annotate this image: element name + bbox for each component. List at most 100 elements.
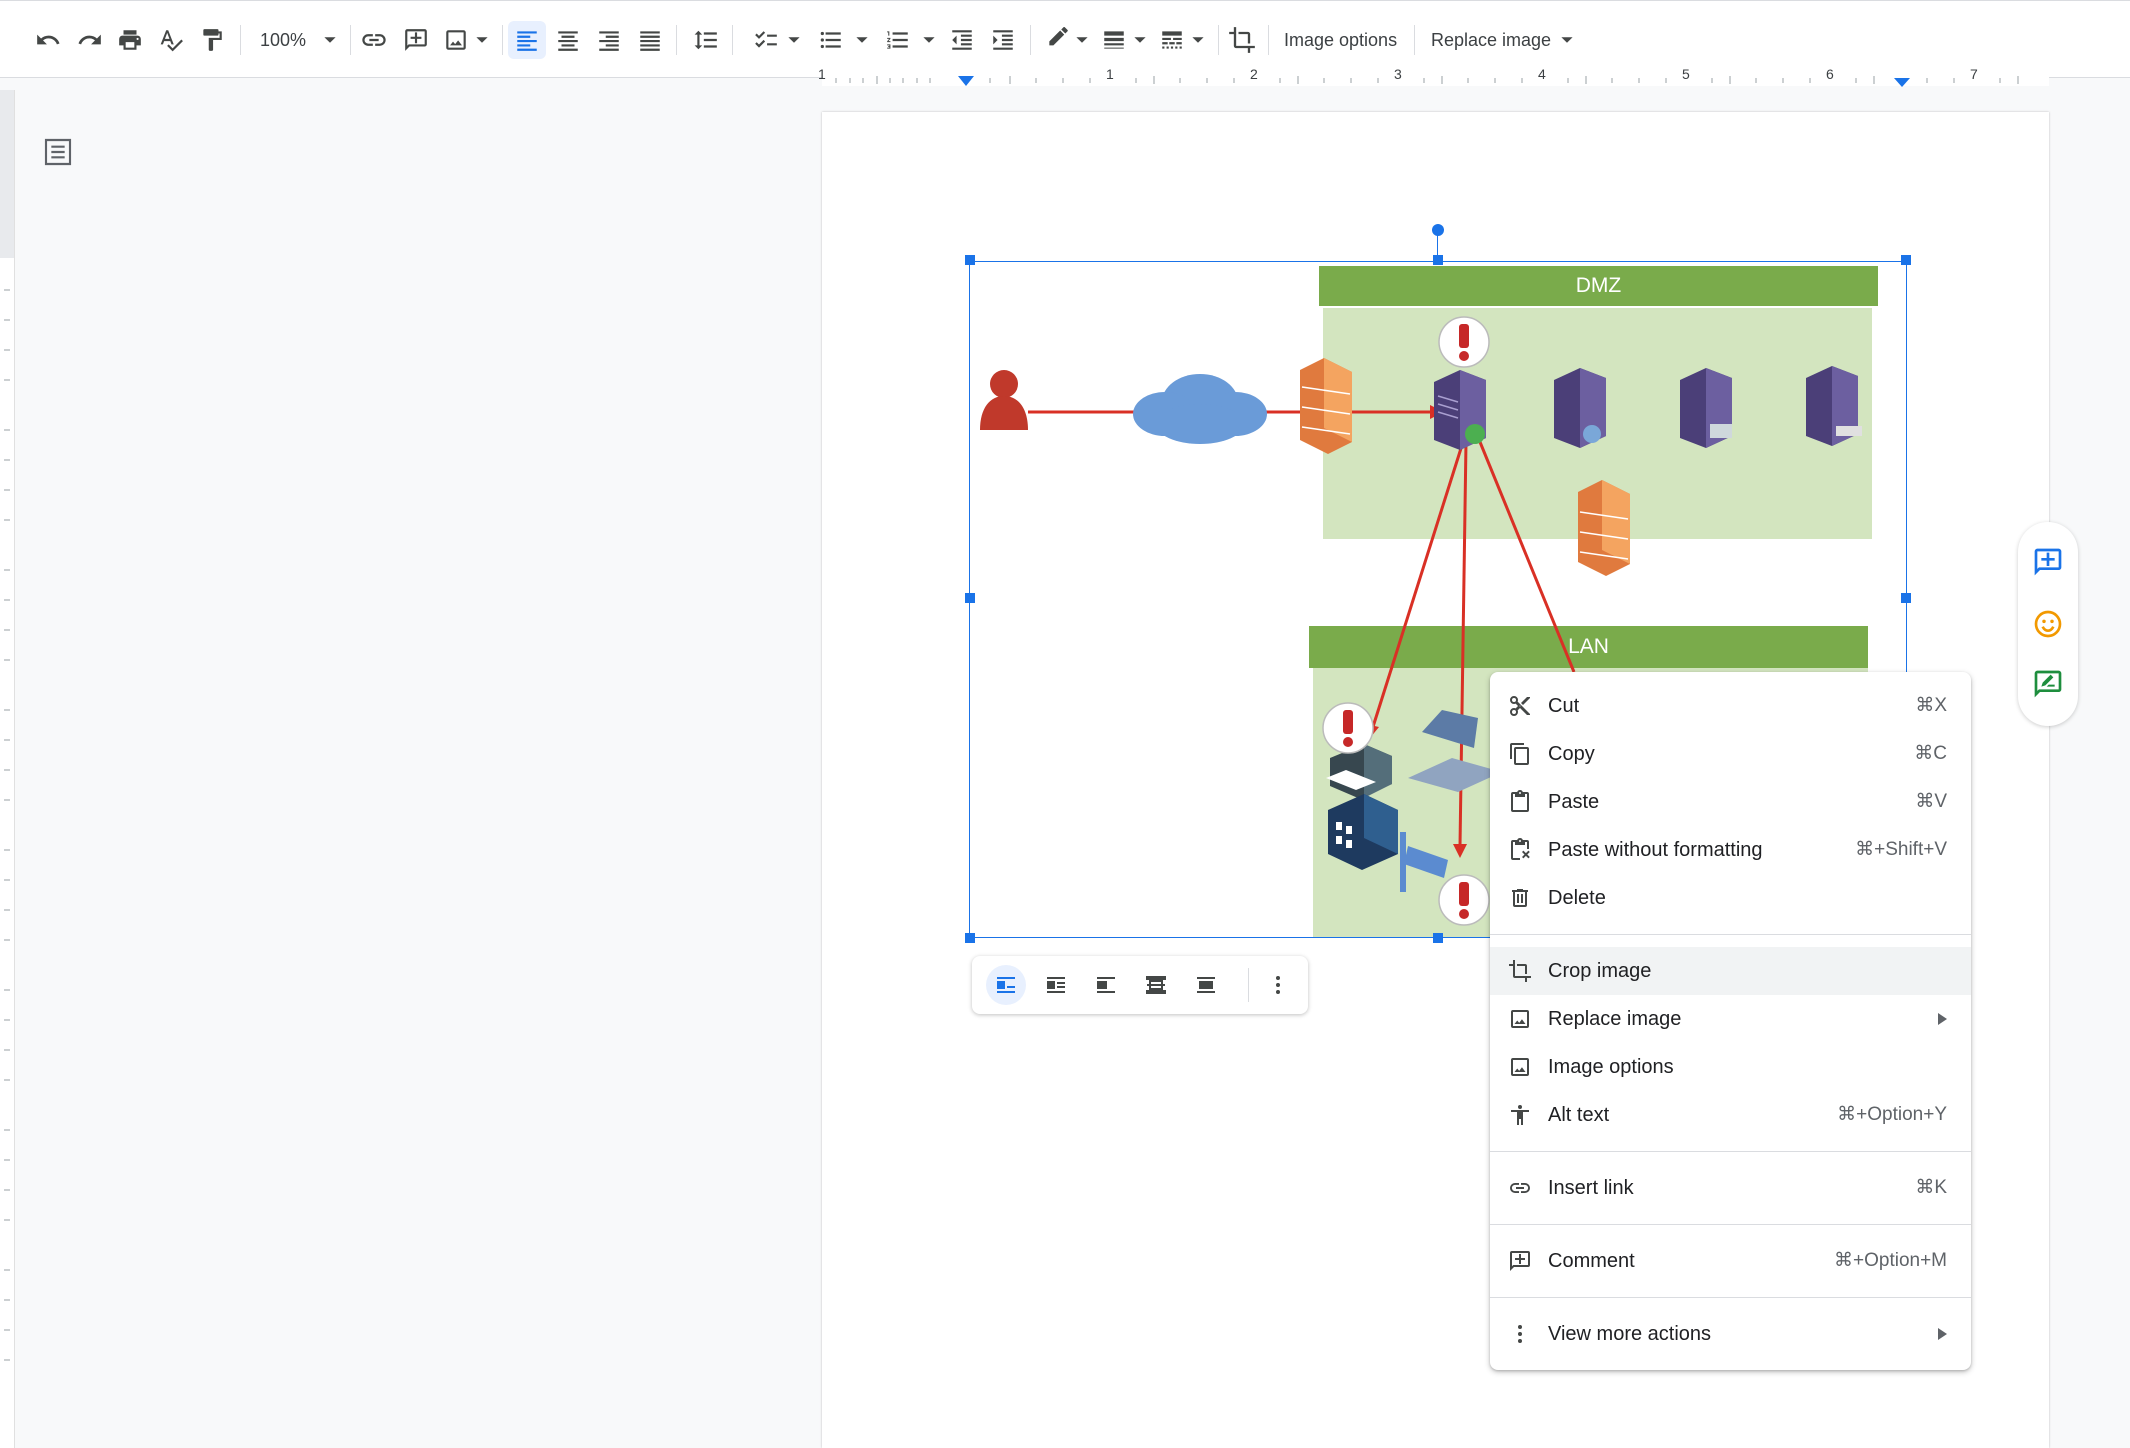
menu-item-crop-image[interactable]: Crop image — [1490, 947, 1971, 995]
more-options-icon[interactable] — [1258, 965, 1298, 1005]
bulleted-list-dropdown-icon[interactable] — [850, 21, 874, 59]
menu-item-label: Comment — [1548, 1250, 1635, 1272]
crop-icon[interactable] — [1224, 21, 1260, 59]
menu-item-insert-link[interactable]: Insert link ⌘K — [1490, 1164, 1971, 1212]
image-icon — [1508, 1055, 1532, 1079]
menu-item-label: Insert link — [1548, 1177, 1634, 1199]
suggest-edits-icon[interactable] — [2032, 668, 2064, 700]
zoom-select[interactable]: 100% — [260, 25, 306, 55]
clipboard-clear-icon — [1508, 838, 1532, 862]
menu-item-alt-text[interactable]: Alt text ⌘+Option+Y — [1490, 1091, 1971, 1139]
image-dropdown-icon[interactable] — [470, 21, 494, 59]
menu-item-shortcut: ⌘+Shift+V — [1855, 839, 1947, 860]
right-indent-marker[interactable] — [1893, 76, 1911, 88]
print-icon[interactable] — [112, 21, 148, 59]
resize-handle-e[interactable] — [1901, 593, 1911, 603]
spellcheck-icon[interactable] — [153, 21, 189, 59]
paint-format-icon[interactable] — [194, 21, 230, 59]
decrease-indent-icon[interactable] — [944, 21, 980, 59]
ruler-number: 7 — [1970, 66, 1978, 82]
border-weight-dropdown-icon[interactable] — [1128, 21, 1152, 59]
menu-item-label: Paste without formatting — [1548, 839, 1763, 861]
trash-icon — [1508, 886, 1532, 910]
ruler-ticks — [835, 76, 2019, 84]
menu-item-shortcut: ⌘K — [1915, 1177, 1947, 1198]
resize-handle-nw[interactable] — [965, 255, 975, 265]
resize-handle-w[interactable] — [965, 593, 975, 603]
ruler-number: 6 — [1826, 66, 1834, 82]
submenu-arrow-icon — [1938, 1328, 1947, 1340]
ruler-number: 5 — [1682, 66, 1690, 82]
numbered-list-icon[interactable] — [880, 21, 916, 59]
line-spacing-icon[interactable] — [688, 21, 724, 59]
break-text-icon[interactable] — [1086, 965, 1126, 1005]
replace-image-button[interactable]: Replace image — [1431, 25, 1551, 55]
menu-separator — [1490, 1224, 1971, 1225]
border-color-dropdown-icon[interactable] — [1070, 21, 1094, 59]
checklist-icon[interactable] — [748, 21, 784, 59]
menu-item-paste-without-formatting[interactable]: Paste without formatting ⌘+Shift+V — [1490, 826, 1971, 874]
document-outline-icon[interactable] — [42, 136, 74, 168]
context-menu: Cut ⌘X Copy ⌘C Paste ⌘V Paste without fo… — [1490, 672, 1971, 1370]
emoji-reaction-icon[interactable] — [2032, 608, 2064, 640]
ruler-number: 2 — [1250, 66, 1258, 82]
menu-item-replace-image[interactable]: Replace image — [1490, 995, 1971, 1043]
vertical-ruler-ticks — [0, 90, 14, 1361]
replace-image-dropdown-icon[interactable] — [1560, 21, 1574, 59]
menu-item-label: View more actions — [1548, 1323, 1712, 1345]
menu-separator — [1490, 1151, 1971, 1152]
image-wrap-toolbar — [972, 956, 1308, 1014]
menu-item-image-options[interactable]: Image options — [1490, 1043, 1971, 1091]
menu-item-shortcut: ⌘+Option+Y — [1837, 1104, 1947, 1125]
resize-handle-sw[interactable] — [965, 933, 975, 943]
insert-link-icon[interactable] — [356, 21, 392, 59]
increase-indent-icon[interactable] — [985, 21, 1021, 59]
ruler-number: 3 — [1394, 66, 1402, 82]
menu-separator — [1490, 1297, 1971, 1298]
menu-item-label: Delete — [1548, 887, 1606, 909]
resize-handle-s[interactable] — [1433, 933, 1443, 943]
ruler-number: 1 — [818, 66, 826, 82]
menu-item-shortcut: ⌘C — [1914, 743, 1947, 764]
add-comment-icon[interactable] — [2032, 546, 2064, 578]
bulleted-list-icon[interactable] — [813, 21, 849, 59]
menu-item-copy[interactable]: Copy ⌘C — [1490, 730, 1971, 778]
image-icon — [1508, 1007, 1532, 1031]
menu-item-paste[interactable]: Paste ⌘V — [1490, 778, 1971, 826]
menu-item-view-more-actions[interactable]: View more actions — [1490, 1310, 1971, 1358]
insert-image-icon[interactable] — [438, 21, 474, 59]
crop-icon — [1508, 959, 1532, 983]
border-dash-icon[interactable] — [1154, 21, 1190, 59]
resize-handle-n[interactable] — [1433, 255, 1443, 265]
zoom-dropdown-icon[interactable] — [318, 21, 342, 59]
undo-icon[interactable] — [30, 21, 66, 59]
numbered-list-dropdown-icon[interactable] — [917, 21, 941, 59]
copy-icon — [1508, 742, 1532, 766]
side-actions-panel — [2018, 522, 2078, 726]
behind-text-icon[interactable] — [1136, 965, 1176, 1005]
more-vert-icon — [1508, 1322, 1532, 1346]
rotate-handle[interactable] — [1432, 224, 1444, 236]
menu-item-cut[interactable]: Cut ⌘X — [1490, 682, 1971, 730]
align-left-icon[interactable] — [508, 21, 546, 59]
border-weight-icon[interactable] — [1096, 21, 1132, 59]
left-indent-marker[interactable] — [956, 74, 976, 88]
checklist-dropdown-icon[interactable] — [782, 21, 806, 59]
add-comment-icon[interactable] — [398, 21, 434, 59]
redo-icon[interactable] — [72, 21, 108, 59]
resize-handle-ne[interactable] — [1901, 255, 1911, 265]
align-center-icon[interactable] — [550, 21, 586, 59]
border-dash-dropdown-icon[interactable] — [1186, 21, 1210, 59]
in-front-of-text-icon[interactable] — [1186, 965, 1226, 1005]
wrap-text-icon[interactable] — [1036, 965, 1076, 1005]
menu-item-delete[interactable]: Delete — [1490, 874, 1971, 922]
menu-item-comment[interactable]: Comment ⌘+Option+M — [1490, 1237, 1971, 1285]
link-icon — [1508, 1176, 1532, 1200]
align-right-icon[interactable] — [591, 21, 627, 59]
align-justify-icon[interactable] — [632, 21, 668, 59]
inline-wrap-icon[interactable] — [986, 965, 1026, 1005]
image-options-button[interactable]: Image options — [1284, 25, 1397, 55]
menu-item-shortcut: ⌘X — [1915, 695, 1947, 716]
menu-item-shortcut: ⌘+Option+M — [1834, 1250, 1947, 1271]
menu-item-label: Paste — [1548, 791, 1600, 813]
